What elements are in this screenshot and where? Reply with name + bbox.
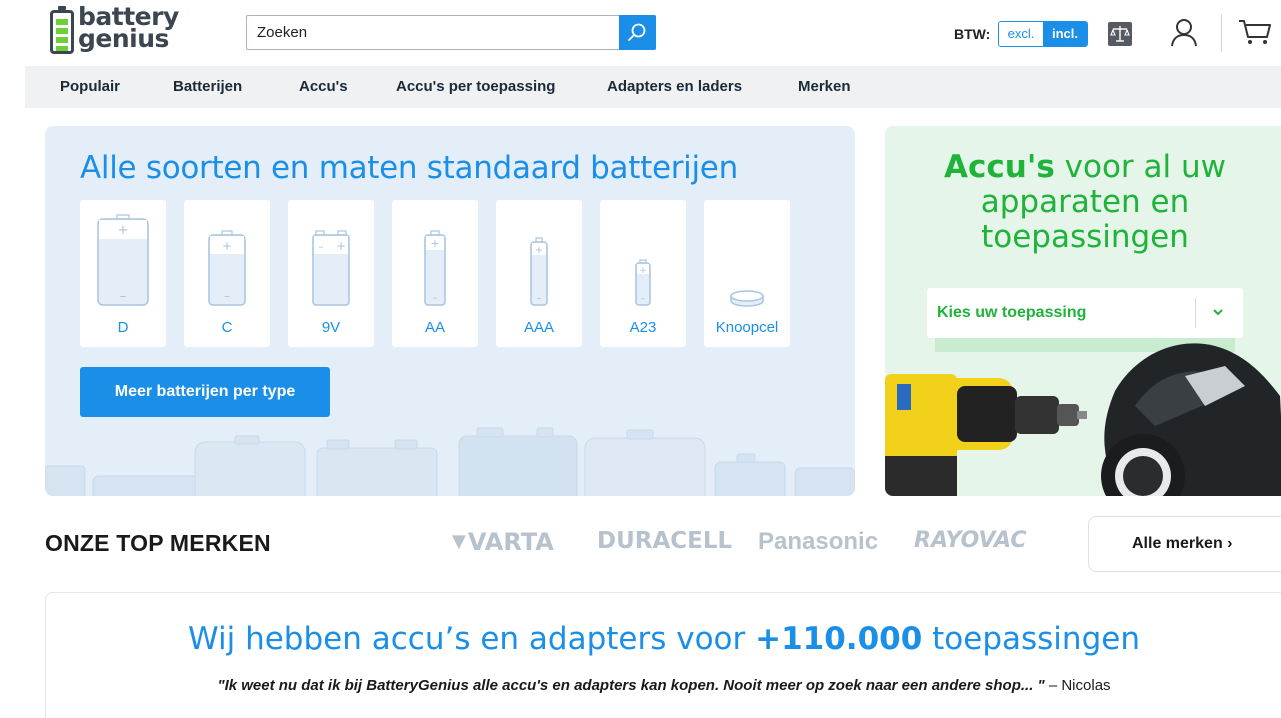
banner-title: Wij hebben accu’s en adapters voor +110.…	[188, 621, 1140, 657]
compare-icon[interactable]	[1108, 22, 1132, 46]
search-icon	[628, 23, 646, 41]
battery-card-c[interactable]: + – C	[184, 200, 270, 347]
customer-quote: "Ik weet nu dat ik bij BatteryGenius all…	[217, 677, 1111, 694]
application-select-placeholder: Kies uw toepassing	[937, 304, 1087, 321]
btw-toggle: excl. incl.	[998, 21, 1088, 47]
svg-text:–: –	[537, 293, 542, 304]
all-brands-button[interactable]: Alle merken ›	[1088, 516, 1281, 572]
svg-text:+: +	[118, 223, 129, 238]
brand-logo-panasonic[interactable]: Panasonic	[758, 528, 878, 556]
header-divider	[1221, 14, 1222, 52]
svg-text:–: –	[318, 240, 324, 253]
varta-mark-icon: ▼	[452, 531, 466, 552]
applications-banner: Wij hebben accu’s en adapters voor +110.…	[45, 592, 1281, 718]
svg-text:+: +	[222, 239, 232, 253]
cart-icon[interactable]	[1238, 18, 1272, 46]
account-icon[interactable]	[1170, 18, 1198, 48]
battery-label-knoopcel: Knoopcel	[715, 319, 779, 336]
batteries-hero: Alle soorten en maten standaard batterij…	[45, 126, 855, 496]
brand-logo-duracell[interactable]: DURACELL	[597, 528, 732, 554]
brand-logo-varta[interactable]: ▼VARTA	[452, 528, 554, 556]
main-nav: Populair Batterijen Accu's Accu's per to…	[25, 66, 1281, 108]
svg-text:–: –	[120, 289, 127, 304]
batteries-hero-title: Alle soorten en maten standaard batterij…	[80, 150, 738, 186]
svg-text:–: –	[432, 291, 438, 304]
svg-text:–: –	[224, 289, 230, 303]
brand-logo-rayovac[interactable]: RAYOVAC	[914, 528, 1027, 553]
page: battery genius BTW: excl. incl.	[0, 0, 1281, 718]
svg-text:+: +	[430, 237, 439, 250]
more-batteries-button[interactable]: Meer batterijen per type	[80, 367, 330, 417]
nav-item-adapters-en-laders[interactable]: Adapters en laders	[607, 66, 742, 108]
logo-text: battery genius	[78, 2, 179, 53]
battery-card-9v[interactable]: – + 9V	[288, 200, 374, 347]
accus-hero-title: Accu's voor al uw apparaten en toepassin…	[944, 149, 1226, 255]
top-brands-title: ONZE TOP MERKEN	[45, 530, 271, 556]
header: battery genius BTW: excl. incl.	[0, 0, 1281, 66]
logo-battery-icon	[50, 6, 74, 54]
battery-card-aaa[interactable]: + – AAA	[496, 200, 582, 347]
search-button[interactable]	[619, 15, 656, 50]
battery-label-c: C	[221, 319, 233, 336]
svg-text:+: +	[639, 266, 647, 276]
nav-item-accus[interactable]: Accu's	[299, 66, 348, 108]
battery-label-aaa: AAA	[523, 319, 554, 336]
nav-item-populair[interactable]: Populair	[60, 66, 120, 108]
select-separator	[1195, 298, 1196, 328]
nav-item-batterijen[interactable]: Batterijen	[173, 66, 242, 108]
application-select[interactable]: Kies uw toepassing	[927, 288, 1243, 338]
search-bar	[246, 15, 656, 50]
btw-label: BTW:	[954, 26, 991, 42]
battery-card-d[interactable]: + – D	[80, 200, 166, 347]
btw-excl-option[interactable]: excl.	[999, 22, 1043, 46]
batteries-background-art	[45, 427, 855, 496]
battery-card-knoopcel[interactable]: Knoopcel	[704, 200, 790, 347]
battery-label-a23: A23	[629, 319, 657, 336]
battery-card-aa[interactable]: + – AA	[392, 200, 478, 347]
accus-hero: Accu's voor al uw apparaten en toepassin…	[885, 126, 1281, 496]
battery-card-a23[interactable]: + – A23	[600, 200, 686, 347]
battery-label-d: D	[117, 319, 129, 336]
btw-incl-option[interactable]: incl.	[1043, 22, 1087, 46]
search-input[interactable]	[247, 16, 619, 49]
svg-text:+: +	[336, 239, 346, 253]
svg-text:+: +	[535, 245, 543, 256]
chevron-down-icon	[1213, 309, 1223, 316]
drill-motorcycle-image	[885, 343, 1281, 496]
logo[interactable]: battery genius	[48, 2, 193, 56]
nav-item-merken[interactable]: Merken	[798, 66, 851, 108]
battery-label-9v: 9V	[321, 319, 341, 336]
svg-text:–: –	[641, 294, 646, 304]
battery-label-aa: AA	[424, 319, 445, 336]
nav-item-accus-per-toepassing[interactable]: Accu's per toepassing	[396, 66, 555, 108]
